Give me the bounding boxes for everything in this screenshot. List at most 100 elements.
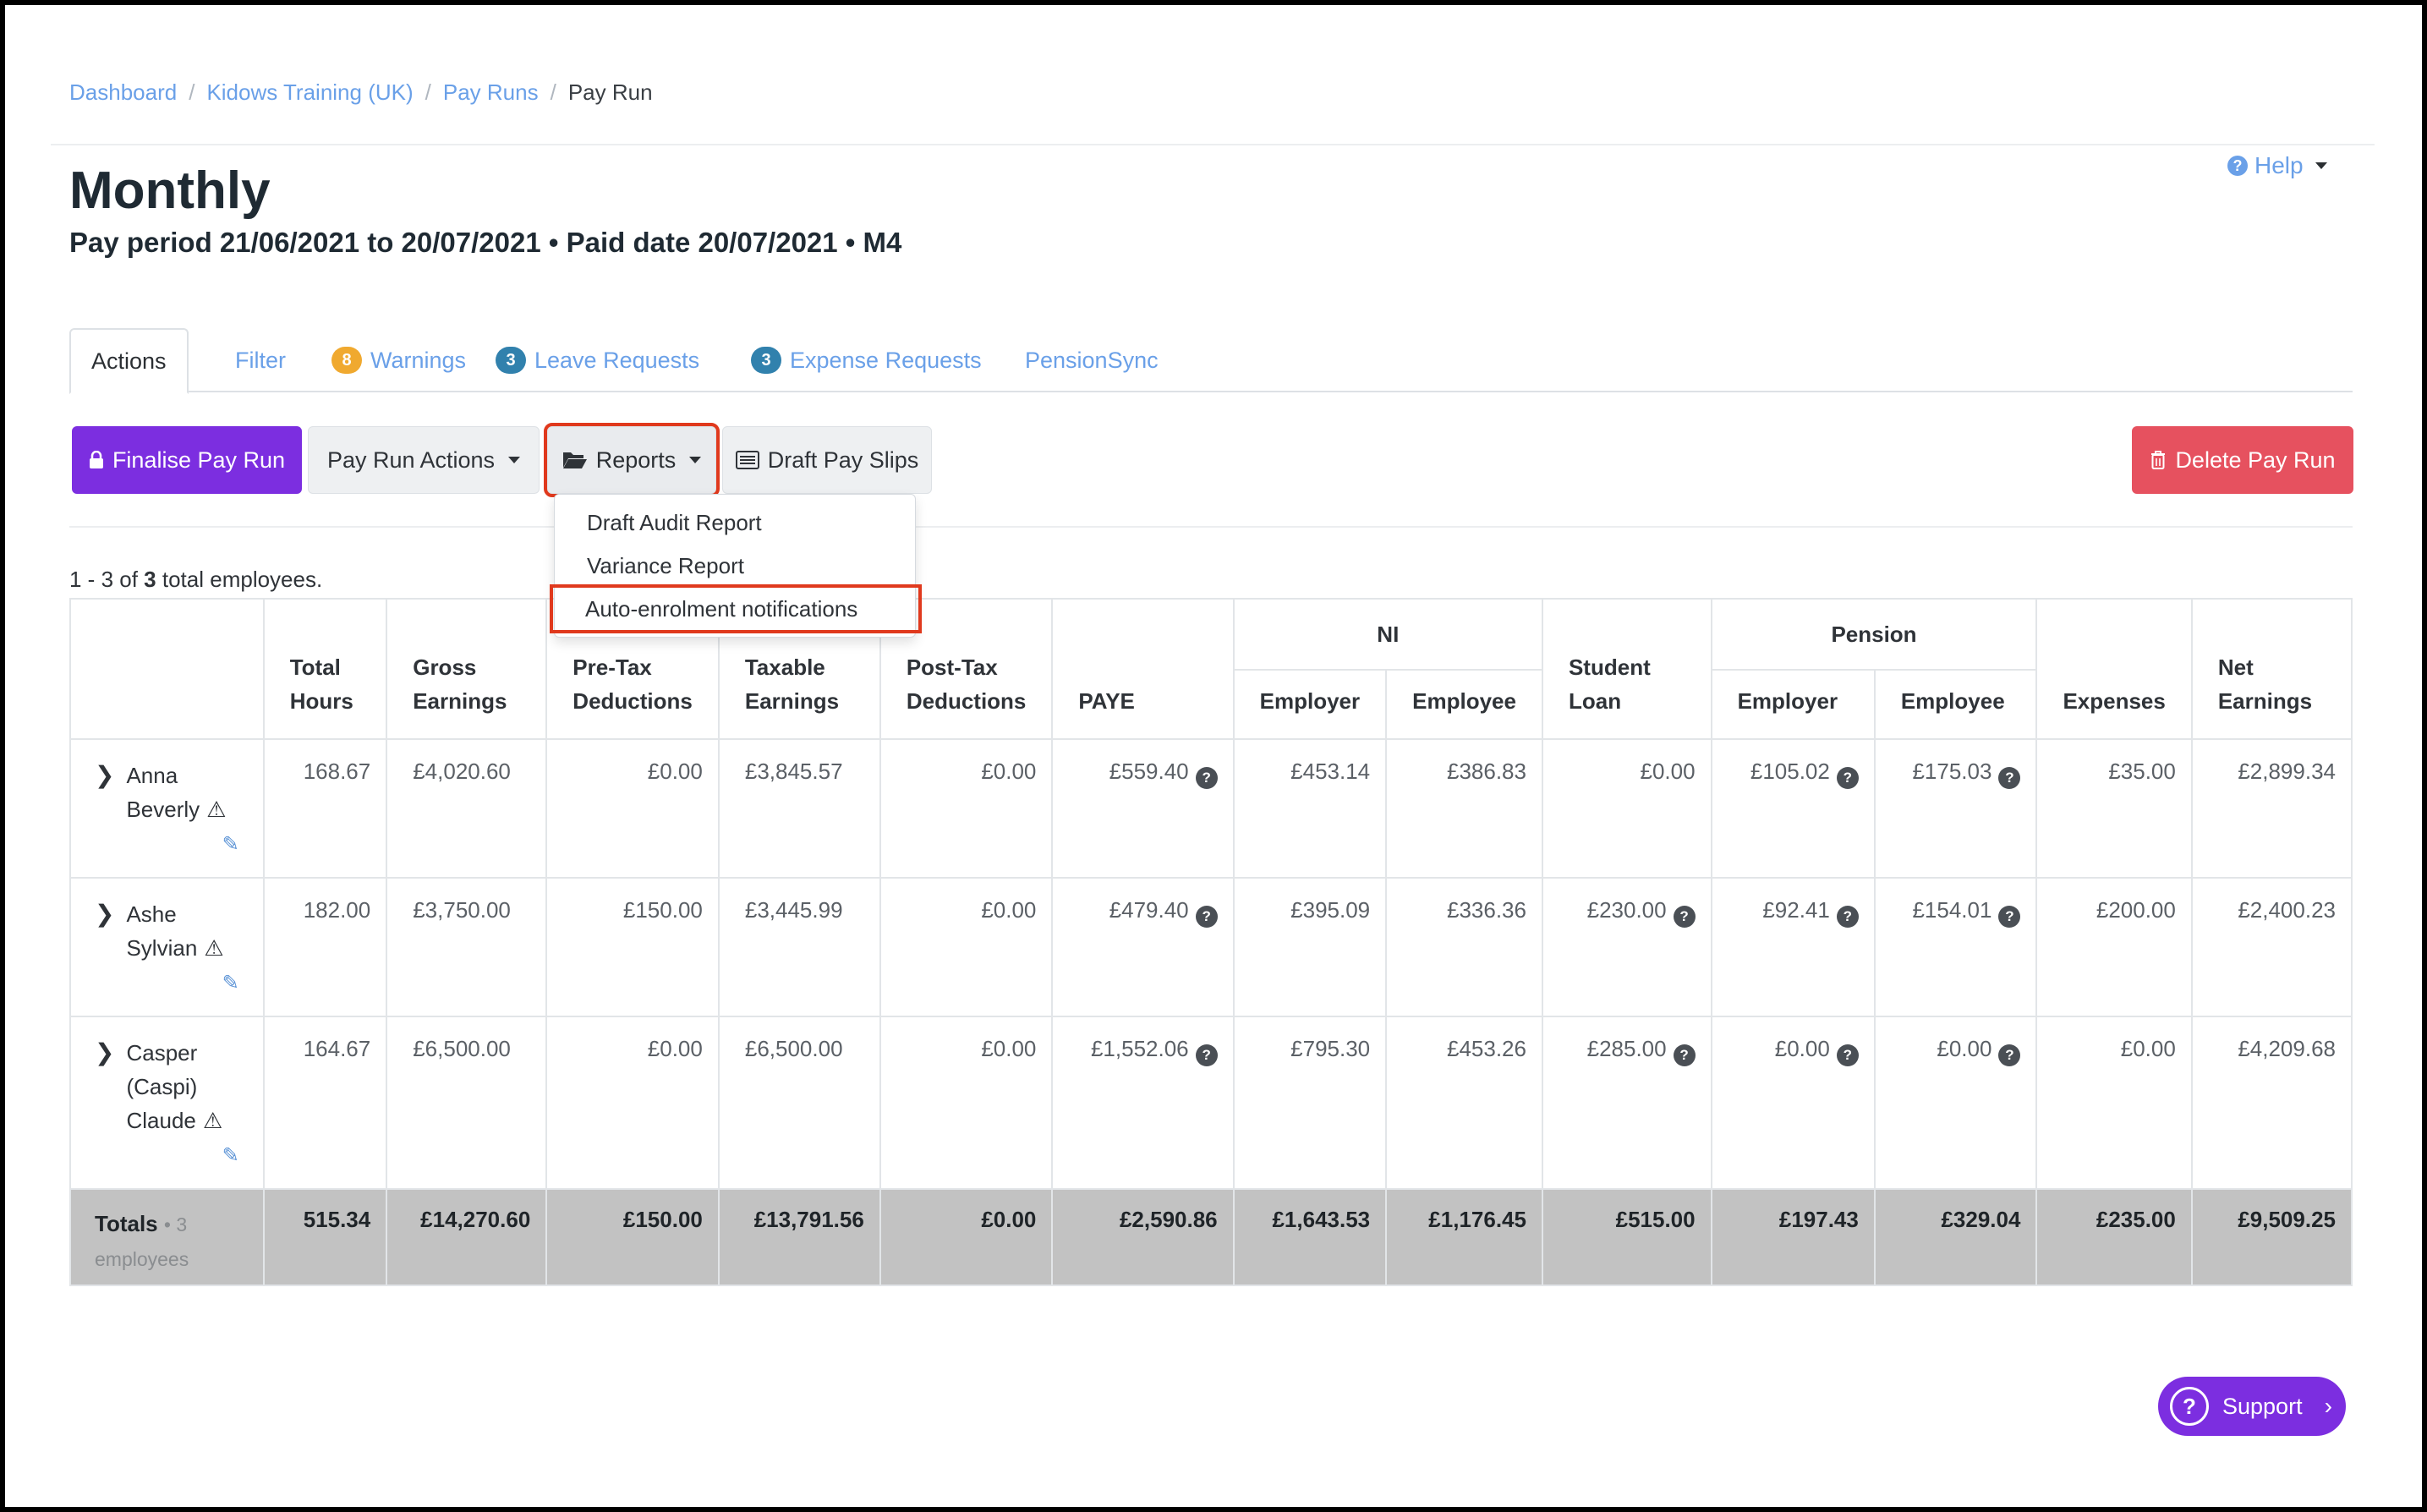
breadcrumb-company[interactable]: Kidows Training (UK) bbox=[206, 79, 413, 106]
tab-warnings-label: Warnings bbox=[370, 347, 467, 373]
tab-actions-label: Actions bbox=[91, 348, 167, 374]
paye-value: £559.40 bbox=[1109, 759, 1189, 784]
total-hours: 515.34 bbox=[262, 1188, 388, 1286]
totals-employee-word: employees bbox=[95, 1248, 189, 1270]
cell-paye: £479.40? bbox=[1051, 877, 1235, 1017]
leave-count-badge: 3 bbox=[496, 347, 526, 374]
tab-expense-requests[interactable]: 3 Expense Requests bbox=[731, 328, 1002, 392]
tab-expense-label: Expense Requests bbox=[790, 347, 982, 373]
total-paye: £2,590.86 bbox=[1051, 1188, 1235, 1286]
totals-label: Totals bbox=[95, 1211, 158, 1236]
cell-gross-earnings: £6,500.00 bbox=[386, 1016, 548, 1190]
total-gross: £14,270.60 bbox=[386, 1188, 548, 1286]
totals-row: Totals • 3 employees 515.34 £14,270.60 £… bbox=[69, 1188, 2353, 1286]
cell-student-loan: £230.00? bbox=[1541, 877, 1712, 1017]
cell-post-tax-deductions: £0.00 bbox=[879, 877, 1054, 1017]
question-circle-icon[interactable]: ? bbox=[1836, 906, 1859, 928]
header-total-hours: Total Hours bbox=[262, 598, 388, 740]
breadcrumb-pay-runs[interactable]: Pay Runs bbox=[443, 79, 539, 106]
pencil-icon[interactable]: ✎ bbox=[222, 1143, 239, 1168]
employee-name-line: Sylvian bbox=[126, 935, 198, 961]
table-header-row: Total Hours Gross Earnings Pre-Tax Deduc… bbox=[69, 598, 2353, 740]
tab-actions[interactable]: Actions bbox=[69, 328, 189, 394]
question-circle-icon[interactable]: ? bbox=[1195, 906, 1218, 928]
question-circle-icon: ? bbox=[2170, 1387, 2209, 1426]
cell-expenses: £200.00 bbox=[2035, 877, 2193, 1017]
count-total: 3 bbox=[144, 567, 156, 592]
cell-net-earnings: £4,209.68 bbox=[2190, 1016, 2353, 1190]
employee-count: 1 - 3 of 3 total employees. bbox=[69, 567, 322, 593]
total-posttax: £0.00 bbox=[879, 1188, 1054, 1286]
help-dropdown[interactable]: ? Help bbox=[2227, 152, 2327, 179]
divider bbox=[69, 526, 2353, 528]
question-circle-icon[interactable]: ? bbox=[1836, 767, 1859, 789]
table-row: ❯ Ashe Sylvian ⚠ ✎ 182.00 £3,750.00 £150.… bbox=[69, 877, 2353, 1017]
chevron-down-icon bbox=[689, 457, 702, 463]
menu-item-variance-report[interactable]: Variance Report bbox=[555, 545, 915, 587]
cell-paye: £1,552.06? bbox=[1051, 1016, 1235, 1190]
question-circle-icon[interactable]: ? bbox=[1673, 906, 1696, 928]
folder-open-icon bbox=[562, 452, 587, 468]
pencil-icon[interactable]: ✎ bbox=[222, 832, 239, 857]
cell-taxable-earnings: £3,445.99 bbox=[717, 877, 881, 1017]
breadcrumb: Dashboard / Kidows Training (UK) / Pay R… bbox=[69, 79, 653, 106]
tab-filter[interactable]: Filter bbox=[215, 328, 306, 392]
delete-pay-run-button[interactable]: Delete Pay Run bbox=[2132, 426, 2353, 494]
employee-name-line: Beverly bbox=[126, 797, 200, 822]
chevron-right-icon[interactable]: ❯ bbox=[95, 897, 114, 965]
chevron-right-icon: › bbox=[2324, 1393, 2332, 1419]
question-circle-icon[interactable]: ? bbox=[1836, 1044, 1859, 1066]
menu-item-auto-enrolment-notifications[interactable]: Auto-enrolment notifications bbox=[550, 584, 922, 633]
warning-icon[interactable]: ⚠ bbox=[204, 931, 223, 965]
delete-label: Delete Pay Run bbox=[2175, 446, 2336, 473]
chevron-right-icon[interactable]: ❯ bbox=[95, 1036, 114, 1137]
breadcrumb-dashboard[interactable]: Dashboard bbox=[69, 79, 177, 106]
pension-employee-value: £0.00 bbox=[1937, 1036, 1992, 1061]
cell-ni-employer: £453.14 bbox=[1232, 738, 1388, 879]
employee-name[interactable]: Anna Beverly ⚠ bbox=[126, 759, 226, 826]
trash-icon bbox=[2151, 451, 2166, 469]
cell-net-earnings: £2,899.34 bbox=[2190, 738, 2353, 879]
divider bbox=[51, 144, 2375, 145]
question-circle-icon[interactable]: ? bbox=[1998, 767, 2021, 789]
count-prefix: 1 - 3 of bbox=[69, 567, 138, 592]
page-title: Monthly bbox=[69, 162, 271, 220]
pension-employer-value: £92.41 bbox=[1762, 897, 1830, 923]
table-row: ❯ Casper (Caspi) Claude ⚠ ✎ 164.67 £6,500… bbox=[69, 1016, 2353, 1190]
warning-icon[interactable]: ⚠ bbox=[206, 792, 226, 826]
support-button[interactable]: ? Support › bbox=[2158, 1377, 2346, 1436]
header-paye: PAYE bbox=[1051, 598, 1235, 740]
cell-pension-employer: £105.02? bbox=[1710, 738, 1876, 879]
finalise-pay-run-button[interactable]: Finalise Pay Run bbox=[72, 426, 302, 494]
question-circle-icon[interactable]: ? bbox=[1673, 1044, 1696, 1066]
tab-warnings[interactable]: 8 Warnings bbox=[311, 328, 486, 392]
menu-item-draft-audit-report[interactable]: Draft Audit Report bbox=[555, 501, 915, 544]
question-circle-icon[interactable]: ? bbox=[1998, 1044, 2021, 1066]
employee-name[interactable]: Casper (Caspi) Claude ⚠ bbox=[126, 1036, 222, 1137]
draft-pay-slips-button[interactable]: Draft Pay Slips bbox=[722, 426, 932, 494]
support-label: Support bbox=[2222, 1393, 2303, 1419]
chevron-right-icon[interactable]: ❯ bbox=[95, 759, 114, 826]
total-ni-employer: £1,643.53 bbox=[1232, 1188, 1388, 1286]
cell-pension-employer: £0.00? bbox=[1710, 1016, 1876, 1190]
pay-run-actions-button[interactable]: Pay Run Actions bbox=[308, 426, 540, 494]
breadcrumb-separator: / bbox=[550, 79, 556, 105]
cell-taxable-earnings: £6,500.00 bbox=[717, 1016, 881, 1190]
tab-pensionsync[interactable]: PensionSync bbox=[1005, 328, 1179, 392]
chevron-down-icon bbox=[508, 457, 521, 463]
cell-gross-earnings: £4,020.60 bbox=[386, 738, 548, 879]
employee-name-line: Ashe bbox=[126, 901, 177, 927]
cell-post-tax-deductions: £0.00 bbox=[879, 738, 1054, 879]
warning-icon[interactable]: ⚠ bbox=[203, 1104, 222, 1137]
cell-ni-employer: £795.30 bbox=[1232, 1016, 1388, 1190]
question-circle-icon[interactable]: ? bbox=[1998, 906, 2021, 928]
header-ni-employee: Employee bbox=[1385, 669, 1543, 740]
tab-leave-requests[interactable]: 3 Leave Requests bbox=[475, 328, 720, 392]
pencil-icon[interactable]: ✎ bbox=[222, 971, 239, 995]
question-circle-icon[interactable]: ? bbox=[1195, 1044, 1218, 1066]
question-circle-icon[interactable]: ? bbox=[1195, 767, 1218, 789]
employee-name[interactable]: Ashe Sylvian ⚠ bbox=[126, 897, 223, 965]
employee-cell: ❯ Ashe Sylvian ⚠ ✎ bbox=[69, 877, 265, 1017]
reports-button[interactable]: Reports bbox=[544, 423, 720, 497]
table-row: ❯ Anna Beverly ⚠ ✎ 168.67 £4,020.60 £0.00… bbox=[69, 738, 2353, 879]
